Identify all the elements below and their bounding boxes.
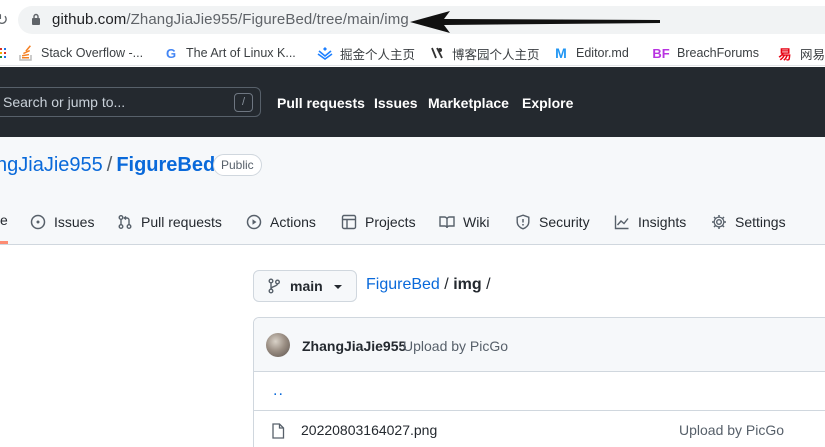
cnblogs-icon: [429, 45, 445, 61]
projects-icon: [341, 214, 357, 230]
commit-author-link[interactable]: ZhangJiaJie955: [302, 338, 406, 354]
editormd-icon: M: [555, 45, 567, 61]
apps-icon[interactable]: [0, 48, 6, 58]
tab-code[interactable]: e: [0, 212, 8, 228]
bookmark-label: 博客园个人主页: [452, 47, 540, 62]
tab-projects[interactable]: Projects: [341, 212, 416, 232]
tab-label: Security: [539, 214, 590, 230]
nav-issues[interactable]: Issues: [374, 95, 418, 111]
breadcrumb-repo-link[interactable]: FigureBed: [366, 276, 440, 293]
breadcrumb: FigureBed / img /: [366, 276, 491, 294]
github-header: Search or jump to... / Pull requests Iss…: [0, 67, 825, 137]
repo-title: ngJiaJie955/FigureBed: [0, 154, 215, 177]
bookmark-label: BreachForums: [677, 46, 759, 60]
bookmarks-bar: Stack Overflow -... G The Art of Linux K…: [0, 39, 825, 66]
bf-icon: BF: [652, 45, 670, 61]
search-input[interactable]: Search or jump to... /: [0, 87, 261, 117]
repo-owner-link[interactable]: ngJiaJie955: [0, 154, 103, 176]
repo-header: ngJiaJie955/FigureBed Public e Issues Pu…: [0, 137, 825, 245]
security-icon: [516, 214, 530, 230]
tab-insights[interactable]: Insights: [614, 212, 686, 232]
search-placeholder: Search or jump to...: [3, 94, 126, 110]
file-name-link[interactable]: 20220803164027.png: [301, 422, 437, 438]
google-icon: G: [165, 45, 177, 61]
breadcrumb-separator: /: [444, 276, 449, 293]
bookmark-editormd[interactable]: M Editor.md: [553, 43, 629, 63]
tab-label: Projects: [365, 214, 416, 230]
issue-icon: [30, 214, 46, 230]
tab-label: Actions: [270, 214, 316, 230]
parent-directory-link[interactable]: ..: [273, 382, 284, 400]
nav-explore[interactable]: Explore: [522, 95, 573, 111]
tab-label: Issues: [54, 214, 95, 230]
netease-icon: 易: [778, 46, 792, 62]
actions-icon: [246, 214, 262, 230]
bookmark-juejin[interactable]: 掘金个人主页: [317, 43, 415, 63]
visibility-badge: Public: [213, 154, 262, 176]
chevron-down-icon: [334, 285, 342, 289]
nav-marketplace[interactable]: Marketplace: [428, 95, 509, 111]
tab-label: Settings: [735, 214, 786, 230]
url-path: /ZhangJiaJie955/FigureBed/tree/main/img: [126, 11, 409, 28]
bookmark-breachforums[interactable]: BF BreachForums: [652, 43, 759, 63]
stackoverflow-icon: [18, 45, 34, 61]
juejin-icon: [317, 45, 333, 61]
insights-icon: [614, 215, 629, 230]
breadcrumb-separator: /: [486, 276, 491, 293]
bookmark-stackoverflow[interactable]: Stack Overflow -...: [18, 43, 143, 63]
tab-label: Insights: [638, 214, 687, 230]
bookmark-label: 网易: [800, 47, 825, 62]
bookmark-linux-kernel[interactable]: G The Art of Linux K...: [163, 43, 296, 63]
annotation-arrow-icon: [410, 11, 660, 33]
bookmark-label: 掘金个人主页: [340, 47, 416, 62]
bookmark-netease[interactable]: 易 网易: [777, 43, 825, 63]
tab-label: Pull requests: [141, 214, 222, 230]
commit-message-link[interactable]: Upload by PicGo: [403, 338, 508, 354]
parent-directory-row[interactable]: ..: [254, 372, 825, 411]
git-branch-icon: [268, 278, 280, 294]
tab-security[interactable]: Security: [515, 212, 590, 232]
tab-pull-requests[interactable]: Pull requests: [117, 212, 222, 232]
branch-name: main: [290, 278, 323, 294]
tab-wiki[interactable]: Wiki: [439, 212, 489, 232]
tab-issues[interactable]: Issues: [30, 212, 94, 232]
lock-icon: [32, 13, 40, 25]
breadcrumb-current-dir: img: [453, 276, 482, 293]
search-shortcut-hint: /: [234, 93, 253, 112]
file-icon: [272, 423, 285, 439]
browser-address-bar: ↻ github.com/ZhangJiaJie955/FigureBed/tr…: [0, 0, 825, 39]
url-text[interactable]: github.com/ZhangJiaJie955/FigureBed/tree…: [52, 11, 409, 28]
latest-commit-row: ZhangJiaJie955 Upload by PicGo: [254, 318, 825, 372]
repo-name-link[interactable]: FigureBed: [116, 154, 215, 176]
bookmark-label: Stack Overflow -...: [41, 46, 144, 60]
tab-settings[interactable]: Settings: [711, 212, 786, 232]
avatar[interactable]: [266, 333, 290, 357]
file-list: ZhangJiaJie955 Upload by PicGo .. 202208…: [253, 317, 825, 447]
list-item[interactable]: 20220803164027.png Upload by PicGo: [254, 411, 825, 447]
pull-request-icon: [118, 215, 132, 229]
bookmark-label: The Art of Linux K...: [186, 46, 296, 60]
tab-actions[interactable]: Actions: [246, 212, 316, 232]
url-host: github.com: [52, 11, 127, 28]
settings-icon: [712, 215, 726, 229]
wiki-icon: [439, 216, 455, 229]
nav-pull-requests[interactable]: Pull requests: [277, 95, 365, 111]
file-commit-message-link[interactable]: Upload by PicGo: [679, 422, 784, 438]
bookmark-label: Editor.md: [576, 46, 629, 60]
reload-icon[interactable]: ↻: [0, 10, 8, 30]
repo-title-separator: /: [106, 154, 113, 176]
bookmark-cnblogs[interactable]: 博客园个人主页: [429, 43, 540, 63]
tab-code-underline: [0, 241, 8, 244]
tab-label: Wiki: [463, 214, 490, 230]
branch-selector-button[interactable]: main: [253, 270, 357, 302]
